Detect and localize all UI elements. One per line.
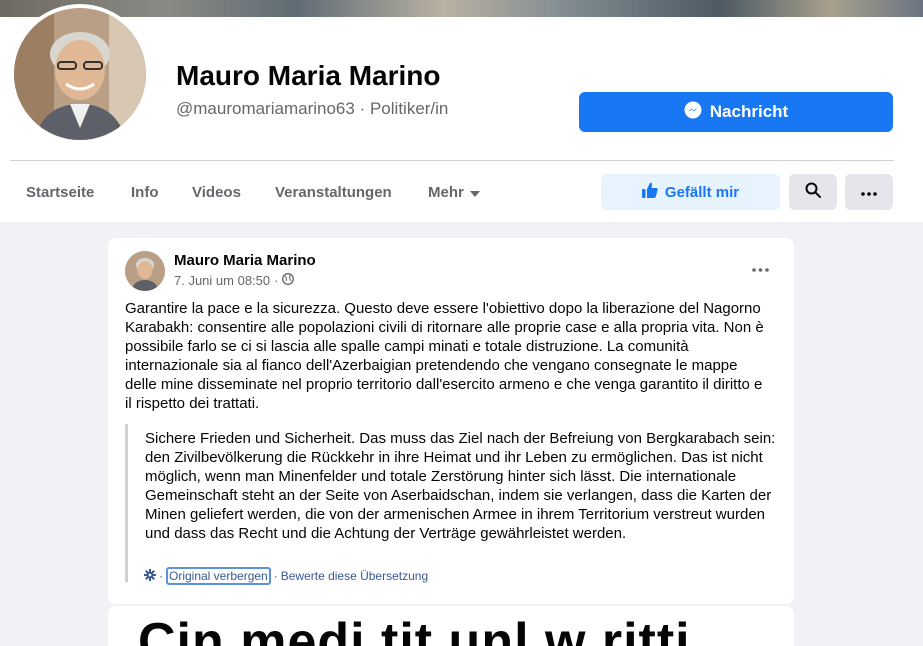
translation-quote-bar [125, 424, 128, 582]
post-card [108, 238, 794, 604]
post-meta: 7. Juni um 08:50 · [174, 273, 295, 288]
search-button[interactable] [789, 174, 837, 210]
post-more-icon [751, 259, 769, 277]
translation-links: · Original verbergen · Bewerte diese Übe… [144, 567, 428, 585]
search-icon [805, 182, 821, 203]
profile-category[interactable]: Politiker/in [370, 99, 448, 118]
post-timestamp[interactable]: 7. Juni um 08:50 [174, 273, 270, 288]
gear-icon[interactable] [144, 568, 156, 584]
subtitle-separator: · [359, 99, 366, 118]
post-options-button[interactable] [748, 258, 772, 278]
more-options-button[interactable] [845, 174, 893, 210]
message-button[interactable]: Nachricht [579, 92, 893, 132]
profile-avatar[interactable] [14, 8, 146, 140]
link-separator-2: · [273, 569, 278, 583]
tab-veranstaltungen[interactable]: Veranstaltungen [275, 184, 392, 201]
hide-original-link[interactable]: Original verbergen [166, 567, 271, 585]
profile-subtitle: @mauromariamarino63 · Politiker/in [176, 99, 448, 119]
tab-info[interactable]: Info [131, 184, 159, 201]
globe-icon [282, 273, 295, 288]
translated-text: Sichere Frieden und Sicherheit. Das muss… [145, 430, 776, 542]
profile-handle[interactable]: @mauromariamarino63 [176, 99, 355, 118]
messenger-icon [684, 101, 702, 124]
header-divider [10, 160, 894, 161]
like-button-label: Gefällt mir [664, 183, 740, 201]
tab-videos[interactable]: Videos [192, 184, 241, 201]
meta-separator: · [274, 273, 279, 288]
message-button-label: Nachricht [709, 102, 789, 121]
tab-mehr-label: Mehr [428, 184, 464, 201]
next-post-image-text: Cin medi tit unl w ritti [138, 613, 691, 646]
next-post-card: Cin medi tit unl w ritti [108, 606, 794, 646]
rate-translation-link[interactable]: Bewerte diese Übersetzung [281, 569, 428, 583]
profile-name: Mauro Maria Marino [176, 60, 441, 91]
tab-mehr[interactable]: Mehr [428, 184, 480, 201]
profile-header: Mauro Maria Marino @mauromariamarino63 ·… [0, 0, 923, 222]
thumbs-up-icon [641, 182, 658, 202]
post-author-avatar[interactable] [125, 251, 165, 291]
post-author-name[interactable]: Mauro Maria Marino [174, 252, 316, 269]
caret-down-icon [469, 184, 480, 201]
more-dots-icon [861, 183, 877, 201]
tab-startseite[interactable]: Startseite [26, 184, 94, 201]
link-separator-1: · [159, 569, 163, 583]
like-page-button[interactable]: Gefällt mir [601, 174, 780, 210]
post-text: Garantire la pace e la sicurezza. Questo… [125, 300, 764, 412]
cover-photo[interactable] [0, 0, 923, 17]
